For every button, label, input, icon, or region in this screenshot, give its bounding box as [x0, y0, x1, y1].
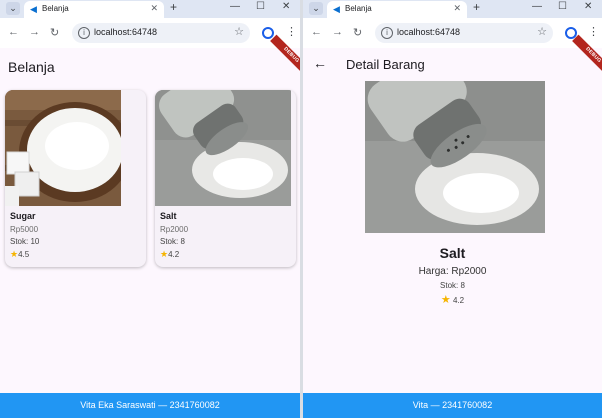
plus-icon[interactable]: +: [473, 0, 480, 14]
product-name: Salt: [439, 245, 466, 261]
url-text[interactable]: localhost:64748: [94, 27, 157, 37]
kebab-icon[interactable]: ⋮: [286, 25, 297, 38]
product-rating: ★ 4.2: [303, 293, 602, 306]
close-icon[interactable]: ✕: [150, 3, 158, 14]
minimize-icon[interactable]: —: [532, 1, 542, 12]
star-icon: ★: [440, 294, 451, 306]
footer-bar: Vita — 2341760082: [303, 393, 602, 418]
kebab-icon[interactable]: ⋮: [588, 25, 599, 38]
product-card-sugar[interactable]: Sugar Rp5000 Stok: 10 ★4.5: [5, 90, 146, 267]
product-name: Salt: [160, 211, 177, 221]
plus-icon[interactable]: +: [170, 0, 177, 14]
product-image-sugar: [5, 90, 121, 206]
arrow-left-icon[interactable]: ←: [8, 26, 19, 38]
arrow-right-icon[interactable]: →: [29, 26, 40, 38]
rating-value: 4.2: [168, 250, 180, 259]
arrow-right-icon[interactable]: →: [332, 26, 343, 38]
chevron-down-icon[interactable]: ⌄: [6, 2, 20, 15]
footer-bar: Vita Eka Saraswati — 2341760082: [0, 393, 300, 418]
browser-toolbar: ← → ↻ i localhost:64748 ☆ ⋮: [303, 18, 602, 48]
product-stock: Stok: 8: [160, 237, 185, 246]
tab-strip: ⌄ ◀ Belanja ✕ + — ☐ ✕: [303, 0, 602, 18]
tab-title: Belanja: [345, 4, 372, 13]
app-detail: DEBUG ← Detail Barang Salt Harga: Rp2000…: [303, 34, 602, 418]
maximize-icon[interactable]: ☐: [256, 1, 265, 12]
info-icon[interactable]: i: [381, 27, 393, 39]
reload-icon[interactable]: ↻: [50, 26, 59, 39]
product-name: Sugar: [10, 211, 36, 221]
window-close-icon[interactable]: ✕: [282, 1, 290, 12]
product-card-salt[interactable]: Salt Rp2000 Stok: 8 ★4.2: [155, 90, 296, 267]
product-image-salt: [365, 81, 545, 233]
rating-value: 4.2: [452, 296, 465, 305]
chevron-down-icon[interactable]: ⌄: [309, 2, 323, 15]
page-title: Detail Barang: [346, 57, 425, 72]
browser-toolbar: ← → ↻ i localhost:64748 ☆ ⋮: [0, 18, 300, 48]
reload-icon[interactable]: ↻: [353, 26, 362, 39]
window-close-icon[interactable]: ✕: [584, 1, 592, 12]
product-price: Harga: Rp2000: [418, 266, 487, 277]
url-text[interactable]: localhost:64748: [397, 27, 460, 37]
maximize-icon[interactable]: ☐: [558, 1, 567, 12]
rating-value: 4.5: [18, 250, 30, 259]
star-icon: ★: [160, 249, 169, 259]
star-icon: ★: [10, 249, 19, 259]
product-rating: ★4.2: [160, 249, 179, 260]
browser-window-left: ⌄ ◀ Belanja ✕ + — ☐ ✕ ← → ↻ i localhost:…: [0, 0, 300, 418]
product-rating: ★4.5: [10, 249, 29, 260]
close-icon[interactable]: ✕: [453, 3, 461, 14]
product-price: Rp2000: [160, 225, 189, 234]
minimize-icon[interactable]: —: [230, 1, 240, 12]
arrow-left-icon[interactable]: ←: [311, 26, 322, 38]
browser-tab[interactable]: ◀ Belanja ✕: [24, 1, 164, 18]
product-image-salt: [155, 90, 291, 206]
tab-title: Belanja: [42, 4, 69, 13]
browser-tab[interactable]: ◀ Belanja ✕: [327, 1, 467, 18]
flutter-icon: ◀: [30, 4, 37, 14]
arrow-left-icon[interactable]: ←: [313, 55, 327, 71]
star-icon[interactable]: ☆: [234, 25, 244, 38]
star-icon[interactable]: ☆: [537, 25, 547, 38]
address-bar[interactable]: i localhost:64748 ☆: [375, 23, 553, 43]
product-stock: Stok: 10: [10, 237, 40, 246]
flutter-icon: ◀: [333, 4, 340, 14]
product-stock: Stok: 8: [440, 281, 465, 290]
tab-strip: ⌄ ◀ Belanja ✕ + — ☐ ✕: [0, 0, 300, 18]
app-home: DEBUG Belanja Sugar Rp5000 Stok: 10 ★4.5…: [0, 34, 300, 418]
info-icon[interactable]: i: [78, 27, 90, 39]
address-bar[interactable]: i localhost:64748 ☆: [72, 23, 250, 43]
page-title: Belanja: [8, 59, 55, 75]
product-price: Rp5000: [10, 225, 39, 234]
browser-window-right: ⌄ ◀ Belanja ✕ + — ☐ ✕ ← → ↻ i localhost:…: [303, 0, 602, 418]
